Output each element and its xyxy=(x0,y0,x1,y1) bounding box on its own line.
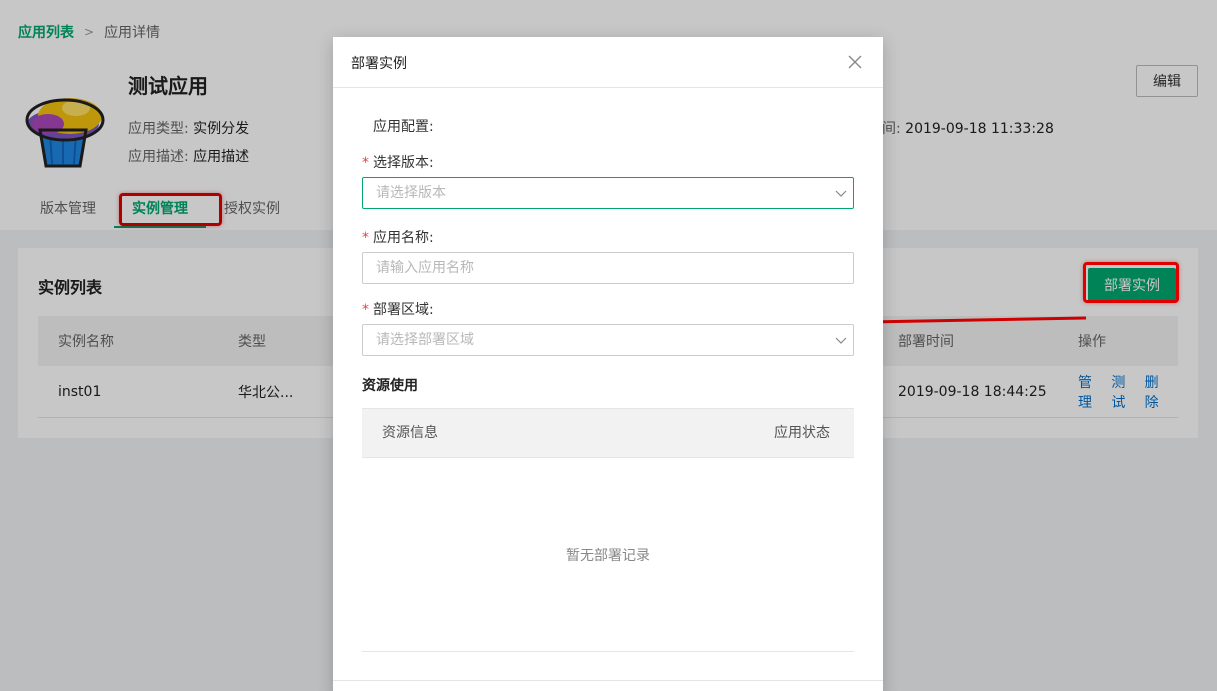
chevron-down-icon xyxy=(835,190,847,197)
app-config-section-label: 应用配置: xyxy=(373,119,434,135)
app-name-input-placeholder: 请输入应用名称 xyxy=(376,260,474,276)
close-icon[interactable] xyxy=(846,55,864,73)
dialog-footer-divider xyxy=(333,680,883,681)
annotation-arrow-icon xyxy=(858,314,1087,330)
version-select[interactable]: 请选择版本 xyxy=(362,177,854,209)
resource-usage-title: 资源使用 xyxy=(362,378,418,394)
app-name-input[interactable]: 请输入应用名称 xyxy=(362,252,854,284)
app-name-field-label: * 应用名称: xyxy=(362,227,434,247)
col-app-status: 应用状态 xyxy=(774,425,830,441)
dialog-header: 部署实例 xyxy=(333,37,883,88)
version-field-label: * 选择版本: xyxy=(362,152,434,172)
empty-state-text: 暂无部署记录 xyxy=(566,548,650,564)
version-label-text: 选择版本: xyxy=(373,155,434,171)
annotation-highlight-deploy-button xyxy=(1083,262,1179,303)
required-mark: * xyxy=(362,155,369,171)
required-mark: * xyxy=(362,302,369,318)
col-resource-info: 资源信息 xyxy=(382,425,438,441)
region-field-label: * 部署区域: xyxy=(362,299,434,319)
version-select-placeholder: 请选择版本 xyxy=(376,185,446,201)
resource-table-header: 资源信息 应用状态 xyxy=(362,408,854,458)
region-select-placeholder: 请选择部署区域 xyxy=(376,332,474,348)
region-label-text: 部署区域: xyxy=(373,302,434,318)
required-mark: * xyxy=(362,230,369,246)
deploy-instance-dialog: 部署实例 应用配置: * 选择版本: 请选择版本 * 应用名称: 请输入应用名称 *… xyxy=(333,37,883,691)
resource-table-empty: 暂无部署记录 xyxy=(362,458,854,652)
dialog-title: 部署实例 xyxy=(351,56,407,72)
app-name-label-text: 应用名称: xyxy=(373,230,434,246)
region-select[interactable]: 请选择部署区域 xyxy=(362,324,854,356)
chevron-down-icon xyxy=(835,337,847,344)
